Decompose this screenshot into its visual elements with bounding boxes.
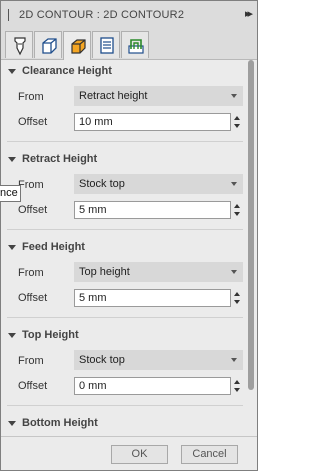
panel-titlebar[interactable]: 2D CONTOUR : 2D CONTOUR2 ▸▸ (1, 1, 257, 30)
offset-label: Offset (18, 380, 48, 392)
section-header-bottom[interactable]: Bottom Height (1, 412, 247, 436)
scrollbar-thumb[interactable] (248, 60, 254, 390)
feed-offset-input[interactable]: 5 mm (74, 289, 231, 307)
offset-label: Offset (18, 292, 48, 304)
chevron-down-icon (231, 182, 237, 186)
spin-down-icon[interactable] (234, 212, 240, 216)
linking-icon (128, 39, 144, 54)
section-divider (7, 229, 243, 230)
dropdown-value: Stock top (79, 178, 125, 190)
parameters-scroll-area[interactable]: Clearance Height From Retract height Off… (1, 60, 247, 436)
tab-bar (1, 29, 257, 60)
collapse-triangle-icon (8, 69, 16, 74)
from-label: From (18, 179, 44, 191)
input-value: 5 mm (79, 204, 107, 216)
input-value: 0 mm (79, 380, 107, 392)
feed-offset-spinner[interactable] (233, 289, 241, 307)
expand-panel-icon[interactable]: ▸▸ (245, 7, 253, 20)
passes-icon (100, 37, 114, 54)
spin-up-icon[interactable] (234, 204, 240, 208)
top-offset-input[interactable]: 0 mm (74, 377, 231, 395)
dialog-footer: OK Cancel (1, 436, 257, 470)
input-value: 5 mm (79, 292, 107, 304)
spin-down-icon[interactable] (234, 388, 240, 392)
section-header-clearance[interactable]: Clearance Height (1, 60, 247, 84)
section-divider (7, 405, 243, 406)
panel-title: 2D CONTOUR : 2D CONTOUR2 (19, 9, 185, 21)
section-title: Clearance Height (22, 65, 112, 77)
ok-button[interactable]: OK (111, 445, 168, 464)
retract-offset-input[interactable]: 5 mm (74, 201, 231, 219)
geometry-icon (42, 38, 57, 54)
retract-offset-spinner[interactable] (233, 201, 241, 219)
cancel-button[interactable]: Cancel (181, 445, 238, 464)
from-label: From (18, 267, 44, 279)
section-divider (7, 141, 243, 142)
spin-down-icon[interactable] (234, 300, 240, 304)
clearance-offset-spinner[interactable] (233, 113, 241, 131)
input-value: 10 mm (79, 116, 113, 128)
section-header-top[interactable]: Top Height (1, 324, 247, 348)
tooltip: nce (0, 185, 21, 202)
operation-panel: 2D CONTOUR : 2D CONTOUR2 ▸▸ Clearance He… (0, 0, 258, 471)
section-title: Retract Height (22, 153, 98, 165)
spin-up-icon[interactable] (234, 116, 240, 120)
retract-from-dropdown[interactable]: Stock top (74, 174, 243, 194)
section-header-feed[interactable]: Feed Height (1, 236, 247, 260)
section-bottom-height: Bottom Height (1, 412, 247, 436)
section-title: Feed Height (22, 241, 85, 253)
tab-heights[interactable] (63, 31, 91, 60)
top-from-dropdown[interactable]: Stock top (74, 350, 243, 370)
collapse-triangle-icon (8, 333, 16, 338)
chevron-down-icon (231, 358, 237, 362)
spin-up-icon[interactable] (234, 292, 240, 296)
section-top-height: Top Height From Stock top Offset 0 mm (1, 324, 247, 406)
heights-icon (71, 39, 86, 54)
feed-from-dropdown[interactable]: Top height (74, 262, 243, 282)
top-offset-spinner[interactable] (233, 377, 241, 395)
tool-icon (14, 37, 26, 56)
dropdown-value: Top height (79, 266, 130, 278)
dropdown-value: Retract height (79, 90, 148, 102)
offset-label: Offset (18, 204, 48, 216)
chevron-down-icon (231, 270, 237, 274)
from-label: From (18, 91, 44, 103)
section-clearance-height: Clearance Height From Retract height Off… (1, 60, 247, 142)
tab-linking[interactable] (121, 31, 149, 58)
tab-passes[interactable] (92, 31, 120, 58)
clearance-offset-input[interactable]: 10 mm (74, 113, 231, 131)
collapse-triangle-icon (8, 245, 16, 250)
section-feed-height: Feed Height From Top height Offset 5 mm (1, 236, 247, 318)
from-label: From (18, 355, 44, 367)
vertical-scrollbar[interactable] (247, 60, 256, 436)
section-divider (7, 317, 243, 318)
clearance-from-dropdown[interactable]: Retract height (74, 86, 243, 106)
collapse-triangle-icon (8, 421, 16, 426)
offset-label: Offset (18, 116, 48, 128)
section-title: Bottom Height (22, 417, 98, 429)
spin-down-icon[interactable] (234, 124, 240, 128)
section-retract-height: Retract Height From Stock top Offset 5 m… (1, 148, 247, 230)
spin-up-icon[interactable] (234, 380, 240, 384)
chevron-down-icon (231, 94, 237, 98)
collapse-triangle-icon (8, 157, 16, 162)
section-title: Top Height (22, 329, 79, 341)
section-header-retract[interactable]: Retract Height (1, 148, 247, 172)
tab-geometry[interactable] (34, 31, 62, 58)
tab-tool[interactable] (5, 31, 33, 58)
drag-grip-icon[interactable] (8, 9, 10, 21)
dropdown-value: Stock top (79, 354, 125, 366)
